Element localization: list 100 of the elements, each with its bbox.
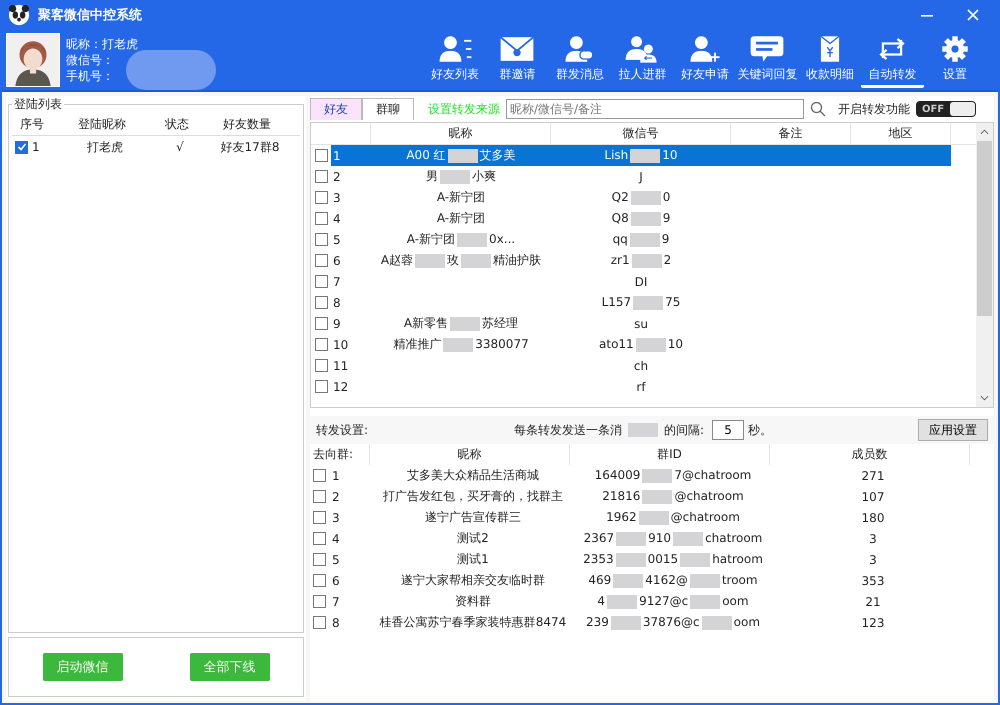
- table-row[interactable]: 7 DI: [331, 271, 951, 292]
- table-cell-text: 107: [860, 490, 886, 504]
- search-field[interactable]: 昵称/微信号/备注: [506, 99, 804, 119]
- table-row[interactable]: 6 A赵蓉 玫 精油护肤 zr1 2: [331, 250, 951, 271]
- nav-button[interactable]: 关键词回复: [736, 32, 799, 88]
- checkbox[interactable]: [314, 191, 328, 204]
- unit-label: 秒。: [748, 422, 772, 438]
- table-cell-text: 3: [868, 552, 878, 566]
- search-icon[interactable]: [810, 101, 826, 117]
- interval-field[interactable]: 5: [712, 420, 744, 440]
- column-header: 好友数量: [222, 116, 272, 132]
- nav-button[interactable]: 设置: [923, 32, 986, 88]
- table-cell: 910: [648, 531, 672, 546]
- checkbox[interactable]: [313, 511, 326, 524]
- table-cell: 2353: [583, 552, 614, 566]
- redaction-mask: [633, 296, 664, 310]
- table-cell: 9: [662, 211, 670, 226]
- table-cell: 8: [332, 616, 340, 630]
- checkbox[interactable]: [313, 595, 326, 608]
- checkbox[interactable]: [314, 170, 328, 183]
- table-cell: Lish: [604, 148, 628, 162]
- checkbox[interactable]: [313, 490, 326, 503]
- checkbox[interactable]: [314, 338, 328, 351]
- tab[interactable]: 群聊: [362, 98, 414, 120]
- checkbox[interactable]: [314, 359, 328, 372]
- nav-button[interactable]: 群邀请: [486, 32, 549, 88]
- table-row[interactable]: 5 A-新宁团 0x... qq 9: [331, 229, 951, 250]
- nickname-label: 昵称：打老虎: [66, 36, 139, 52]
- redaction-mask: [636, 338, 666, 352]
- table-cell: 9127@c: [639, 594, 688, 608]
- table-row[interactable]: 3 A-新宁团 Q2 0: [331, 187, 951, 208]
- table-cell: A-新宁团: [406, 232, 456, 246]
- table-cell-text: 12: [332, 380, 350, 394]
- table-cell: ato11: [599, 337, 634, 352]
- table-cell: 精油护肤: [493, 253, 542, 267]
- column-header: 微信号: [551, 123, 731, 144]
- checkbox[interactable]: [314, 317, 328, 330]
- redaction-mask: [461, 254, 492, 268]
- checkbox[interactable]: [313, 469, 326, 482]
- redaction-mask: [642, 468, 672, 483]
- redaction-mask: [632, 254, 662, 268]
- table-cell: 2367: [584, 531, 614, 546]
- checkbox[interactable]: [314, 275, 328, 288]
- redaction-mask: [702, 616, 732, 630]
- checkbox[interactable]: [313, 553, 326, 566]
- table-cell: 精准推广: [393, 337, 442, 351]
- table-cell: 4: [332, 532, 340, 546]
- table-cell: chatroom: [705, 531, 762, 546]
- table-cell: oom: [734, 615, 760, 630]
- table-row[interactable]: 9 A新零售 苏经理 su: [331, 313, 951, 334]
- redaction-mask: [628, 423, 658, 437]
- apply-button[interactable]: 应用设置: [918, 419, 988, 441]
- table-row[interactable]: 4 A-新宁团 Q8 9: [331, 208, 951, 229]
- checkbox[interactable]: [314, 233, 328, 246]
- toggle-switch[interactable]: OFF: [916, 101, 976, 117]
- checkbox[interactable]: [314, 254, 328, 267]
- table-cell: A赵蓉: [380, 253, 414, 267]
- redaction-mask: [630, 212, 661, 226]
- redaction-mask: [690, 594, 720, 609]
- table-cell: rf: [636, 380, 646, 394]
- checkbox[interactable]: [313, 616, 326, 629]
- table-row[interactable]: 2 男 小爽 J: [331, 166, 951, 187]
- redaction-mask: [607, 594, 638, 609]
- nav-button[interactable]: 自动转发: [860, 32, 924, 88]
- table-row[interactable]: 11 ch: [331, 355, 951, 376]
- nav-button[interactable]: 收款明细: [798, 32, 862, 88]
- table-cell-text: 7: [332, 274, 342, 288]
- nav-button[interactable]: 好友申请: [673, 32, 736, 88]
- nav-button[interactable]: 拉人进群: [610, 32, 674, 88]
- table-cell: DI: [634, 274, 648, 288]
- table-row[interactable]: 1 A00 红 艾多美 Lish 10: [331, 145, 951, 166]
- table-cell: troom: [722, 573, 758, 588]
- redaction-mask: [680, 552, 710, 567]
- checkbox[interactable]: [314, 380, 328, 393]
- scrollbar[interactable]: [976, 123, 993, 407]
- table-cell: Q8: [612, 211, 629, 226]
- checkbox[interactable]: [15, 140, 28, 154]
- table-row[interactable]: 8 L157 75: [331, 292, 951, 313]
- redaction-mask: [450, 316, 480, 331]
- table-row[interactable]: 12 rf: [331, 376, 951, 397]
- checkbox[interactable]: [314, 296, 328, 309]
- close-icon[interactable]: [966, 8, 980, 22]
- table-cell: 0: [662, 190, 670, 204]
- table-cell: @chatroom: [670, 510, 740, 524]
- settings-label: 转发设置:: [316, 422, 368, 438]
- checkbox[interactable]: [313, 574, 326, 587]
- checkbox[interactable]: [314, 212, 328, 225]
- table-cell: 21816: [602, 489, 640, 504]
- interval-label: 的间隔:: [664, 422, 704, 438]
- table-cell: 0015: [648, 552, 678, 566]
- nav-button[interactable]: 群发消息: [548, 32, 612, 88]
- checkbox[interactable]: [313, 532, 326, 545]
- table-cell: 3: [332, 510, 340, 524]
- tab[interactable]: 好友: [310, 98, 362, 120]
- nav-button[interactable]: 好友列表: [423, 32, 486, 88]
- redaction-mask: [457, 232, 488, 247]
- table-row[interactable]: 10 精准推广 3380077 ato11 10: [331, 334, 951, 355]
- redaction-mask: [616, 532, 646, 546]
- checkbox[interactable]: [314, 149, 328, 162]
- column-header: 状态: [164, 116, 190, 132]
